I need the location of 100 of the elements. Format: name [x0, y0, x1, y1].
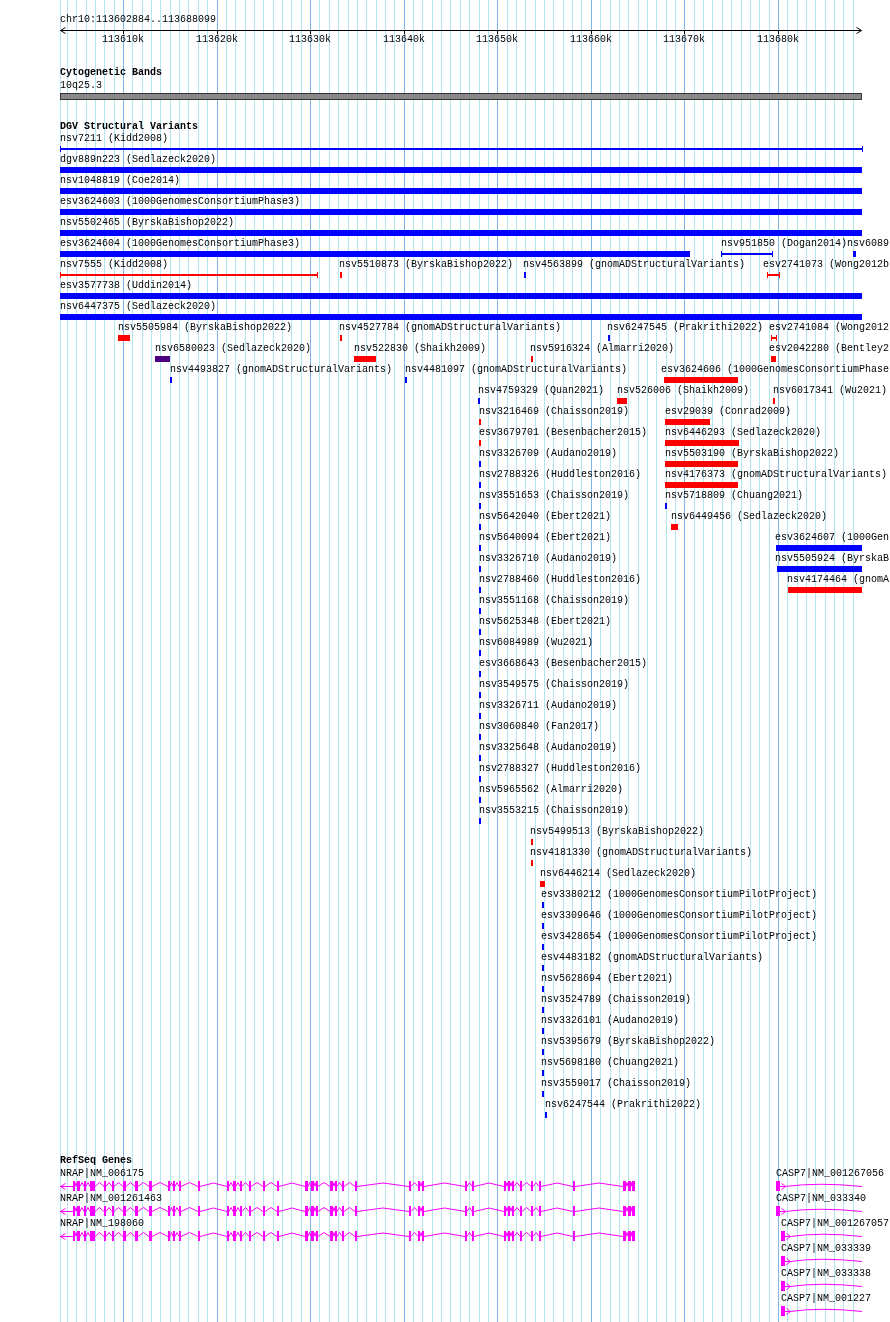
variant-label: esv2741073 (Wong2012b — [763, 259, 890, 271]
gene-structure-drawing[interactable] — [781, 1281, 862, 1291]
variant-label: nsv5505984 (ByrskaBishop2022) — [118, 322, 293, 334]
variant-bar[interactable] — [60, 230, 862, 236]
gene-structure-drawing[interactable] — [781, 1256, 862, 1266]
variant-label: nsv4176373 (gnomADStructuralVariants) — [665, 469, 888, 481]
variant-bar[interactable] — [60, 293, 862, 299]
variant-bar[interactable] — [60, 251, 690, 257]
variant-span[interactable] — [721, 251, 773, 257]
variant-label: esv3624607 (1000Gen — [775, 532, 890, 544]
gene-structure-drawing[interactable] — [60, 1181, 635, 1191]
variant-label: nsv6447375 (Sedlazeck2020) — [60, 301, 217, 313]
gene-label: CASP7|NM_033340 — [776, 1193, 866, 1205]
variant-label: nsv3326711 (Audano2019) — [479, 700, 618, 712]
gene-structure-drawing[interactable] — [776, 1206, 862, 1216]
variant-label: nsv5395679 (ByrskaBishop2022) — [541, 1036, 716, 1048]
variant-label: nsv6446214 (Sedlazeck2020) — [540, 868, 697, 880]
gene-structure-drawing[interactable] — [776, 1181, 862, 1191]
variant-label: nsv3551168 (Chaisson2019) — [479, 595, 630, 607]
gene-structure-drawing[interactable] — [781, 1306, 862, 1316]
variant-label: nsv6247544 (Prakrithi2022) — [545, 1099, 702, 1111]
variant-label: nsv6084989 (Wu2021) — [479, 637, 594, 649]
variant-label: nsv522830 (Shaikh2009) — [354, 343, 487, 355]
variant-label: dgv889n223 (Sedlazeck2020) — [60, 154, 217, 166]
variant-bar[interactable] — [853, 251, 856, 257]
variant-label: esv3577738 (Uddin2014) — [60, 280, 193, 292]
variant-label: nsv3551653 (Chaisson2019) — [479, 490, 630, 502]
variant-bar[interactable] — [664, 377, 738, 383]
variant-span[interactable] — [771, 335, 777, 341]
variant-label: esv2042280 (Bentley2 — [769, 343, 890, 355]
gene-label: NRAP|NM_006175 — [60, 1168, 144, 1180]
variant-label: nsv6247545 (Prakrithi2022) — [607, 322, 764, 334]
gene-label: NRAP|NM_198060 — [60, 1218, 144, 1230]
variant-label: nsv4181330 (gnomADStructuralVariants) — [530, 847, 753, 859]
variant-bar[interactable] — [60, 314, 862, 320]
variant-label: nsv3060840 (Fan2017) — [479, 721, 600, 733]
variant-label: nsv5502465 (ByrskaBishop2022) — [60, 217, 235, 229]
variant-bar[interactable] — [776, 545, 862, 551]
ruler-tick-label: 113640k — [383, 34, 425, 46]
variant-label: esv2741084 (Wong2012 — [769, 322, 890, 334]
variant-label: nsv5625348 (Ebert2021) — [479, 616, 612, 628]
variant-label: nsv526006 (Shaikh2009) — [617, 385, 750, 397]
variant-label: nsv3549575 (Chaisson2019) — [479, 679, 630, 691]
variant-label: esv4483182 (gnomADStructuralVariants) — [541, 952, 764, 964]
track-title: Cytogenetic Bands — [60, 67, 163, 79]
variant-bar[interactable] — [777, 566, 862, 572]
variant-span[interactable] — [767, 272, 780, 278]
gene-structure-drawing[interactable] — [781, 1231, 862, 1241]
variant-label: nsv5503190 (ByrskaBishop2022) — [665, 448, 840, 460]
variant-label: nsv6449456 (Sedlazeck2020) — [671, 511, 828, 523]
variant-bar[interactable] — [665, 461, 738, 467]
variant-bar[interactable] — [60, 209, 862, 215]
variant-bar[interactable] — [354, 356, 376, 362]
variant-label: nsv7211 (Kidd2008) — [60, 133, 169, 145]
gene-label: CASP7|NM_001267057 — [781, 1218, 890, 1230]
ruler-tick-label: 113620k — [196, 34, 238, 46]
variant-bar[interactable] — [118, 335, 130, 341]
gene-label: CASP7|NM_033338 — [781, 1268, 871, 1280]
variant-label: nsv2788460 (Huddleston2016) — [479, 574, 642, 586]
variant-label: nsv6580023 (Sedlazeck2020) — [155, 343, 312, 355]
variant-label: nsv3524789 (Chaisson2019) — [541, 994, 692, 1006]
variant-label: nsv5510873 (ByrskaBishop2022) — [339, 259, 514, 271]
variant-bar[interactable] — [665, 482, 738, 488]
variant-span[interactable] — [60, 272, 318, 278]
variant-label: nsv5698180 (Chuang2021) — [541, 1057, 680, 1069]
variant-label: nsv4481097 (gnomADStructuralVariants) — [405, 364, 628, 376]
variant-label: nsv3325648 (Audano2019) — [479, 742, 618, 754]
variant-label: nsv4759329 (Quan2021) — [478, 385, 605, 397]
variant-bar[interactable] — [665, 419, 710, 425]
variant-label: nsv5718809 (Chuang2021) — [665, 490, 804, 502]
ruler-tick-label: 113680k — [757, 34, 799, 46]
variant-bar[interactable] — [155, 356, 170, 362]
variant-bar[interactable] — [540, 881, 545, 887]
variant-label: nsv4527784 (gnomADStructuralVariants) — [339, 322, 562, 334]
variant-bar[interactable] — [771, 356, 776, 362]
variant-span[interactable] — [60, 146, 863, 152]
variant-label: esv3624603 (1000GenomesConsortiumPhase3) — [60, 196, 301, 208]
variant-bar[interactable] — [671, 524, 678, 530]
variant-label: esv3380212 (1000GenomesConsortiumPilotProject) — [541, 889, 818, 901]
variant-bar[interactable] — [788, 587, 862, 593]
variant-label: nsv4563899 (gnomADStructuralVariants) — [523, 259, 746, 271]
variant-label: nsv1048819 (Coe2014) — [60, 175, 181, 187]
variant-label: esv3668643 (Besenbacher2015) — [479, 658, 648, 670]
variant-bar[interactable] — [665, 440, 739, 446]
variant-bar[interactable] — [60, 167, 862, 173]
gene-structure-drawing[interactable] — [60, 1206, 635, 1216]
gene-structure-drawing[interactable] — [60, 1231, 635, 1241]
gene-label: CASP7|NM_001227 — [781, 1293, 871, 1305]
variant-bar[interactable] — [60, 188, 862, 194]
ruler-tick-label: 113610k — [102, 34, 144, 46]
variant-label: nsv3326709 (Audano2019) — [479, 448, 618, 460]
variant-label: esv3624606 (1000GenomesConsortiumPhase — [661, 364, 890, 376]
band-label: 10q25.3 — [60, 80, 102, 92]
variant-label: nsv5628694 (Ebert2021) — [541, 973, 674, 985]
track-title: DGV Structural Variants — [60, 121, 199, 133]
variant-label: esv29039 (Conrad2009) — [665, 406, 792, 418]
variant-label: esv3679701 (Besenbacher2015) — [479, 427, 648, 439]
ruler-tick-label: 113670k — [663, 34, 705, 46]
variant-bar[interactable] — [617, 398, 627, 404]
variant-label: nsv4493827 (gnomADStructuralVariants) — [170, 364, 393, 376]
